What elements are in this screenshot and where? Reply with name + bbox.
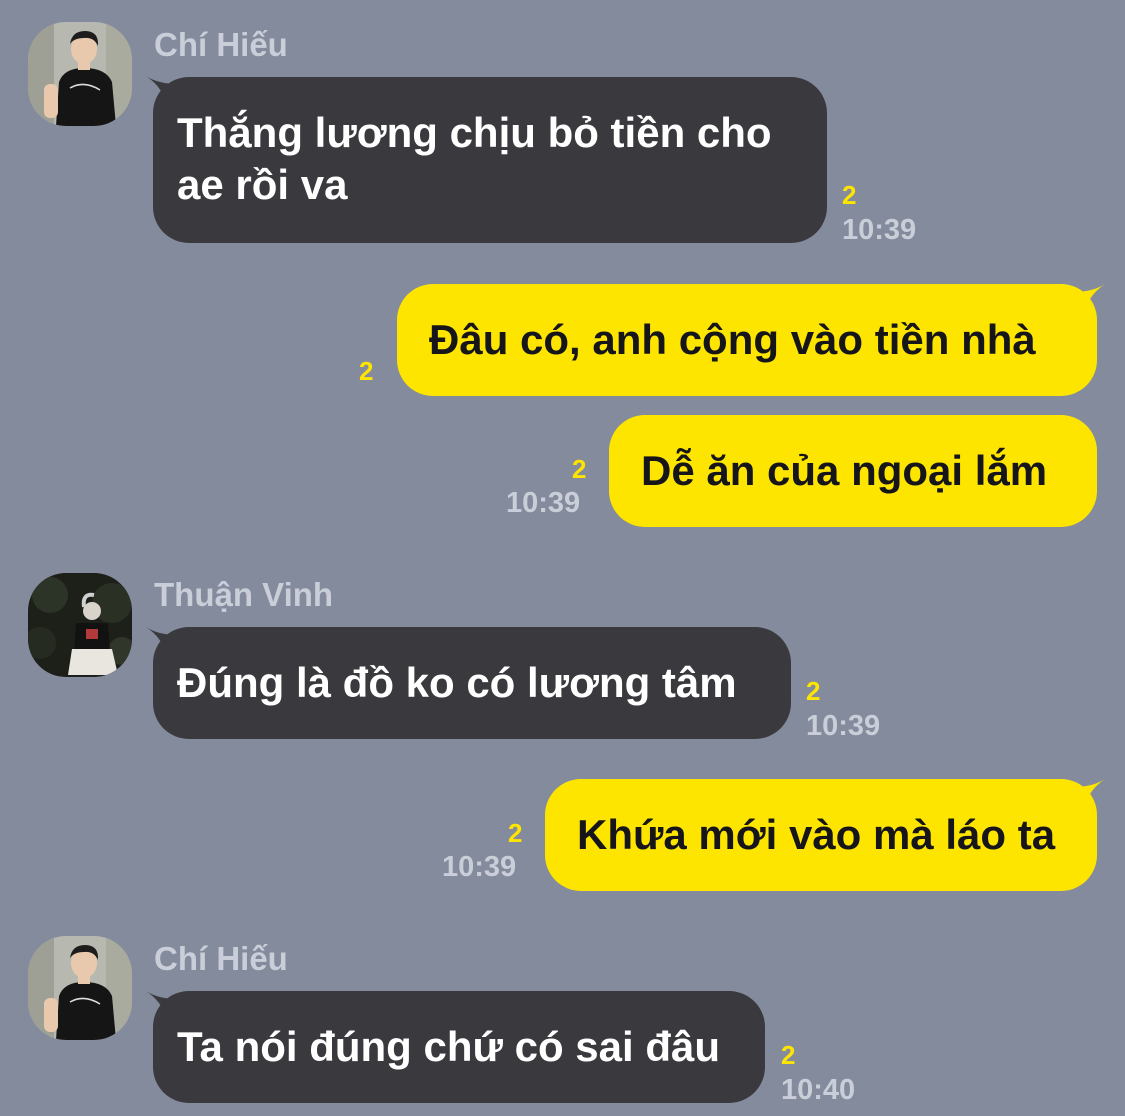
- unread-count: 2: [781, 1040, 796, 1070]
- message-bubble[interactable]: Đâu có, anh cộng vào tiền nhà: [397, 284, 1097, 396]
- unread-count: 2: [508, 818, 523, 848]
- message-text: Dễ ăn của ngoại lắm: [641, 447, 1048, 494]
- message-text: Ta nói đúng chứ có sai đâu: [177, 1023, 721, 1070]
- message-bubble[interactable]: Khứa mới vào mà láo ta: [545, 779, 1097, 891]
- sender-avatar[interactable]: [28, 573, 132, 677]
- message-text: Đâu có, anh cộng vào tiền nhà: [429, 316, 1036, 363]
- message-timestamp: 10:39: [842, 214, 917, 246]
- sender-name: Chí Hiếu: [154, 26, 288, 63]
- chat-message-list[interactable]: Chí Hiếu Thắng lương chịu bỏ tiền cho ae…: [0, 0, 1125, 1116]
- message-bubble[interactable]: Ta nói đúng chứ có sai đâu: [153, 991, 765, 1103]
- message-bubble[interactable]: Dễ ăn của ngoại lắm: [609, 415, 1097, 527]
- message-timestamp: 10:39: [806, 710, 881, 742]
- message-timestamp: 10:39: [506, 487, 581, 519]
- sender-avatar[interactable]: [28, 22, 132, 126]
- message-text: Đúng là đồ ko có lương tâm: [177, 659, 737, 706]
- unread-count: 2: [359, 356, 374, 386]
- message-timestamp: 10:39: [442, 851, 517, 883]
- message-text: Khứa mới vào mà láo ta: [577, 811, 1056, 858]
- unread-count: 2: [572, 454, 587, 484]
- message-bubble[interactable]: Đúng là đồ ko có lương tâm: [153, 627, 791, 739]
- unread-count: 2: [842, 180, 857, 210]
- message-text-line: ae rồi va: [177, 161, 348, 208]
- message-bubble[interactable]: Thắng lương chịu bỏ tiền cho ae rồi va: [153, 77, 827, 243]
- unread-count: 2: [806, 676, 821, 706]
- sender-name: Thuận Vinh: [154, 576, 334, 613]
- message-text-line: Thắng lương chịu bỏ tiền cho: [177, 109, 772, 156]
- sender-avatar[interactable]: [28, 936, 132, 1040]
- message-timestamp: 10:40: [781, 1074, 856, 1106]
- sender-name: Chí Hiếu: [154, 940, 288, 977]
